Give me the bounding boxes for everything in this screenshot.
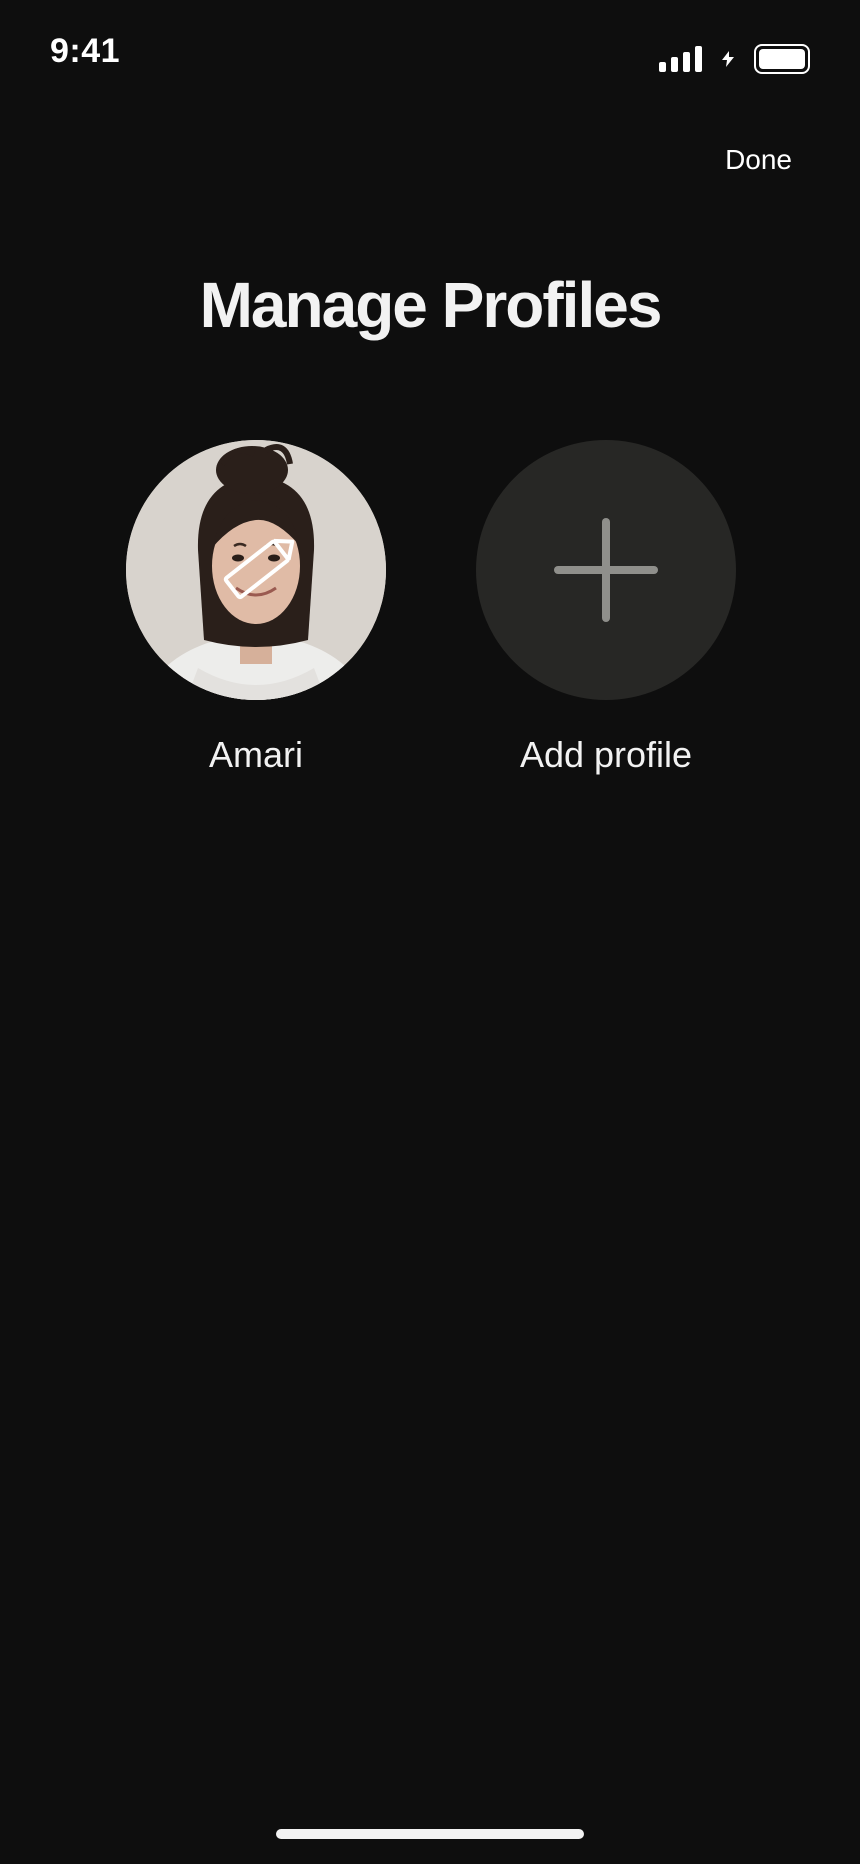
profile-name: Amari	[208, 734, 303, 775]
pencil-icon	[223, 538, 295, 600]
profile-tile-amari[interactable]: Amari	[126, 440, 386, 776]
done-button[interactable]: Done	[725, 144, 792, 176]
status-icons	[659, 44, 810, 74]
home-indicator[interactable]	[276, 1829, 584, 1839]
lightning-icon	[722, 51, 734, 67]
signal-icon	[659, 46, 702, 72]
add-profile-button[interactable]: Add profile	[476, 440, 736, 776]
plus-icon	[554, 518, 658, 622]
add-profile-label: Add profile	[519, 734, 693, 775]
status-bar: 9:41	[0, 0, 860, 110]
status-time: 9:41	[50, 32, 121, 70]
page-title: Manage Profiles	[199, 269, 663, 341]
avatar[interactable]	[126, 440, 386, 700]
battery-icon	[754, 44, 810, 74]
add-profile-circle[interactable]	[476, 440, 736, 700]
